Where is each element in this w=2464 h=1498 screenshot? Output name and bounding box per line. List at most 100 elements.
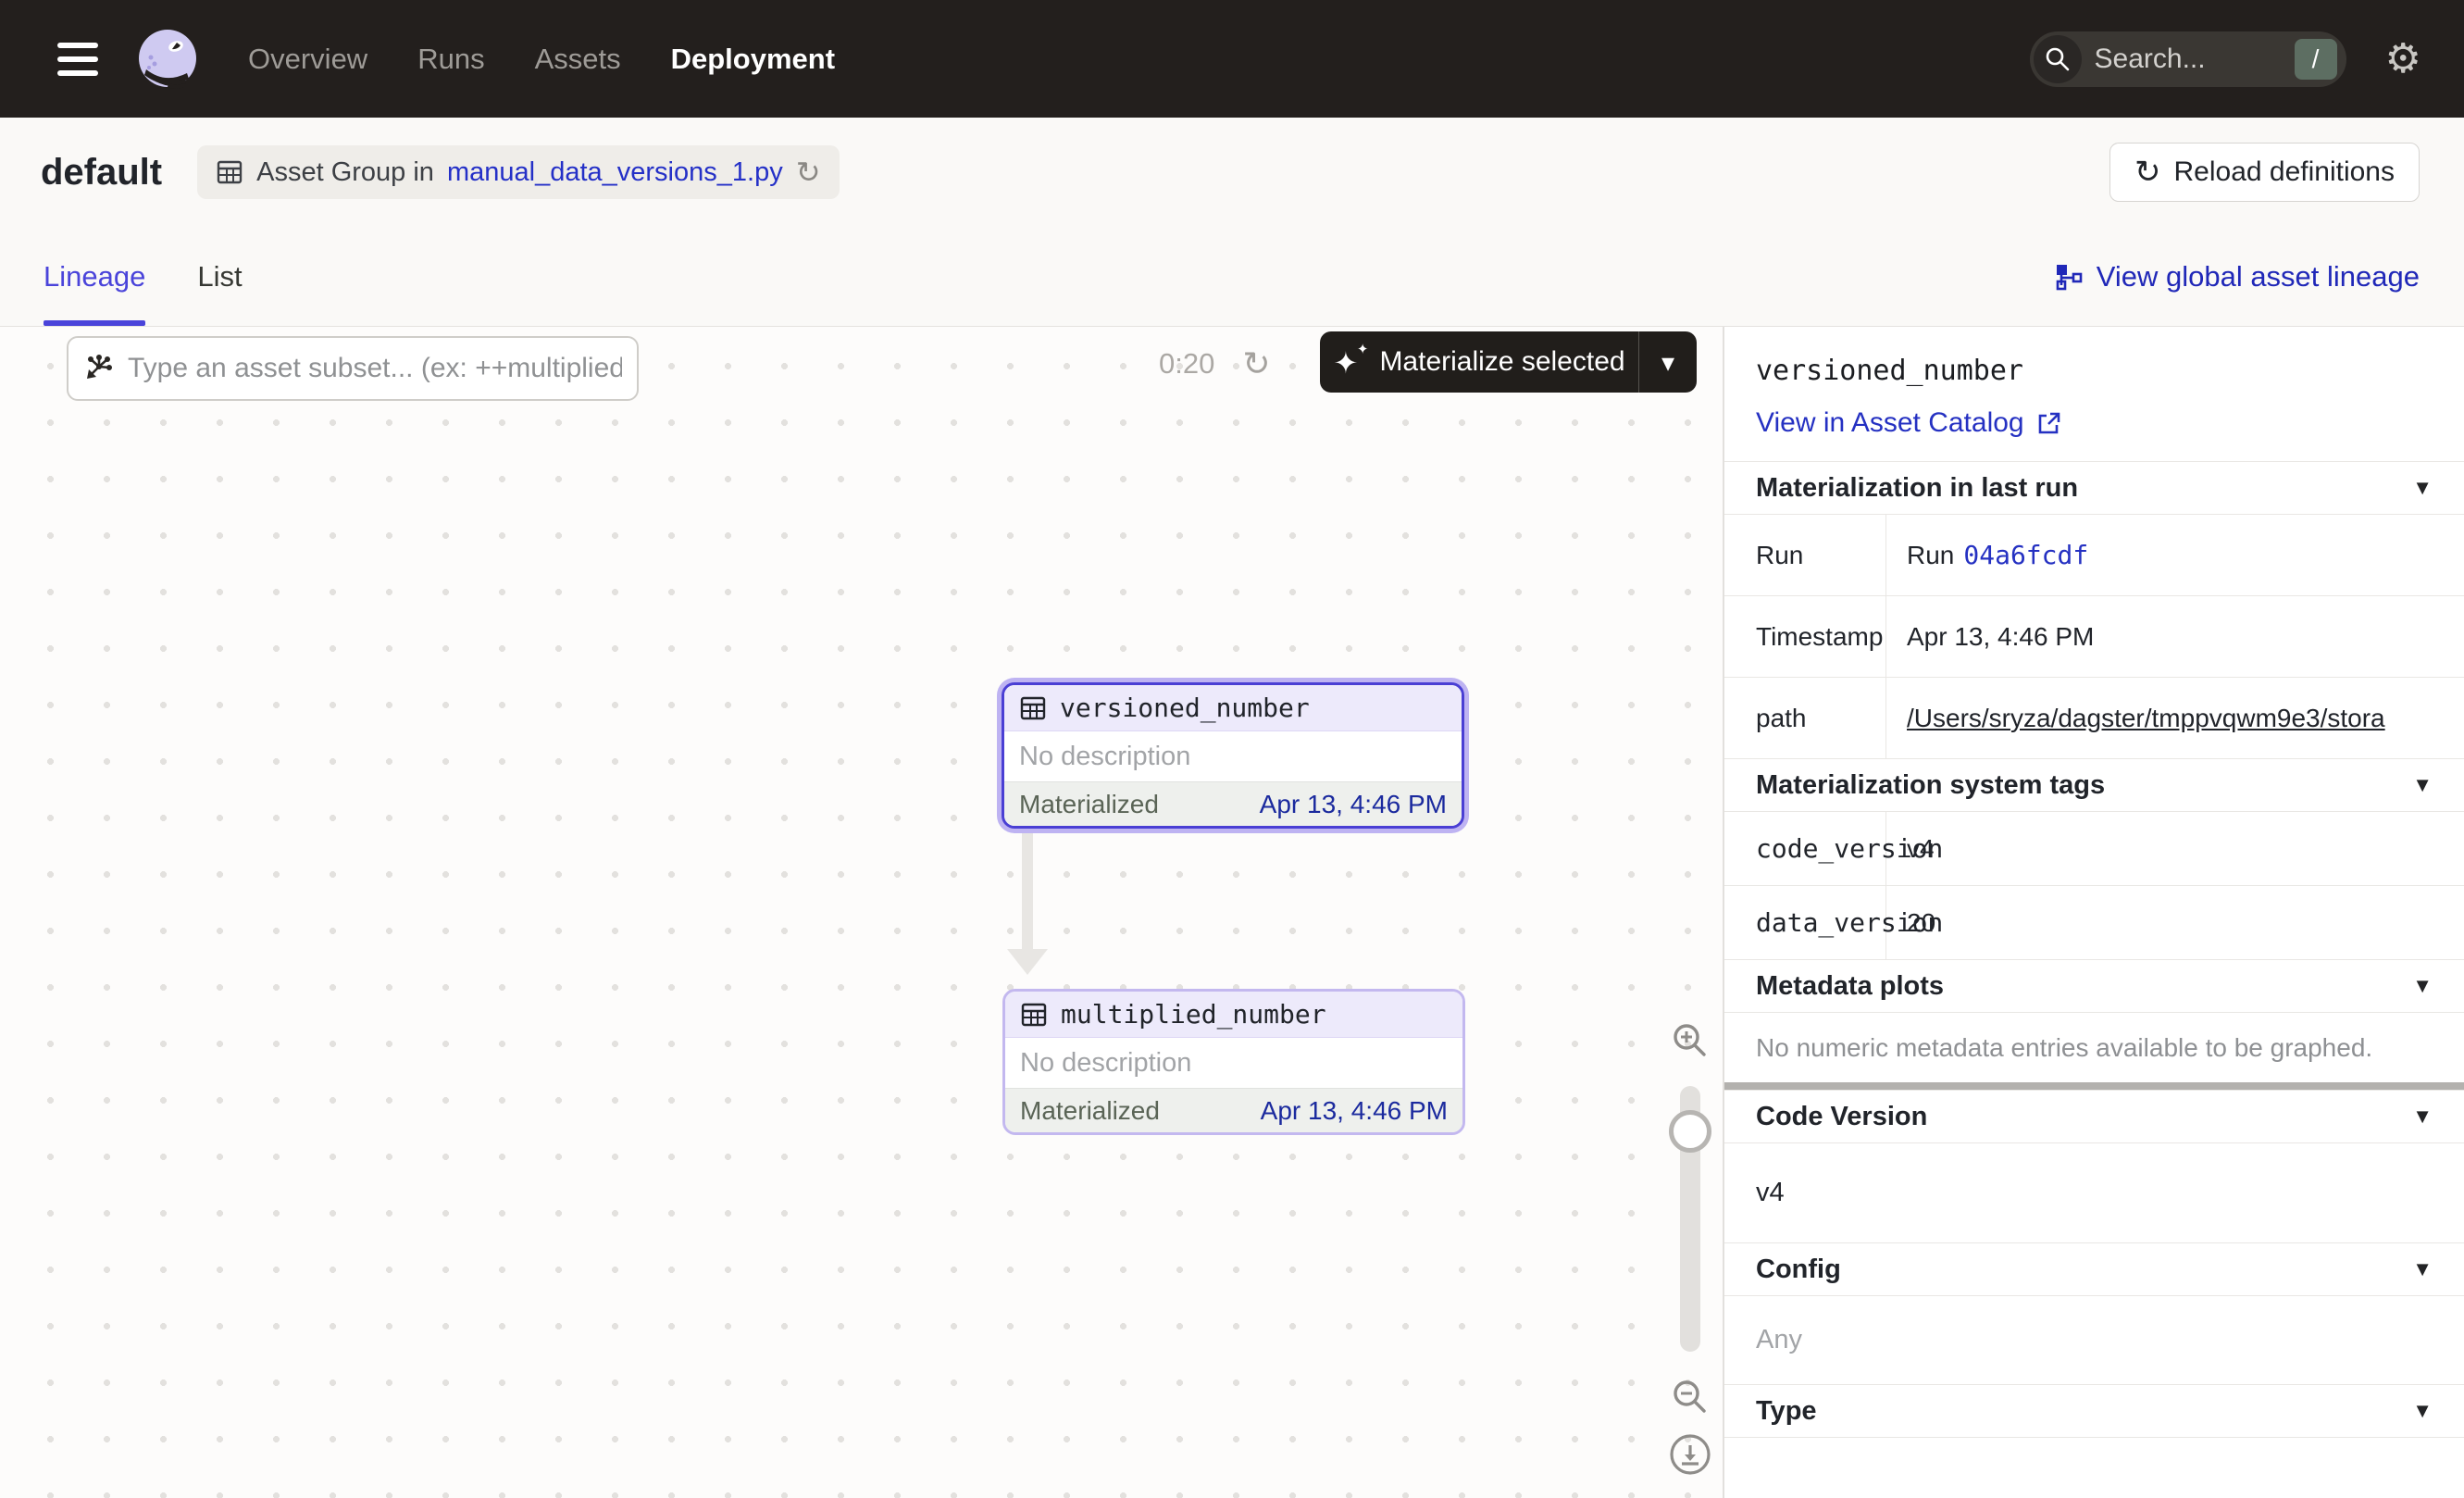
tab-lineage[interactable]: Lineage	[44, 227, 145, 326]
node-title: versioned_number	[1060, 693, 1310, 723]
section-materialization-in-last-run[interactable]: Materialization in last run ▼	[1724, 461, 2464, 514]
chevron-down-icon: ▼	[2412, 1105, 2433, 1129]
zoom-controls	[1662, 1019, 1718, 1478]
asset-details-panel: versioned_number View in Asset Catalog M…	[1724, 327, 2464, 1498]
top-nav: Overview Runs Assets Deployment / ⚙	[0, 0, 2464, 118]
nav-item-assets[interactable]: Assets	[535, 43, 621, 76]
table-row: code_version v4	[1724, 811, 2464, 885]
row-label: code_version	[1724, 812, 1886, 885]
tag-value: 20	[1886, 886, 2464, 959]
row-label: data_version	[1724, 886, 1886, 959]
asset-group-file-link[interactable]: manual_data_versions_1.py	[447, 157, 783, 188]
row-label: Run	[1724, 515, 1886, 595]
zoom-slider-track[interactable]	[1680, 1086, 1700, 1352]
node-description: No description	[1005, 1038, 1462, 1088]
metadata-plots-empty-message: No numeric metadata entries available to…	[1724, 1012, 2464, 1082]
code-version-value: v4	[1724, 1142, 2464, 1242]
section-title: Materialization in last run	[1756, 473, 2078, 504]
chevron-down-icon: ▼	[2412, 1399, 2433, 1423]
nav-item-deployment[interactable]: Deployment	[671, 43, 835, 76]
tag-value: v4	[1886, 812, 2464, 885]
row-label: Timestamp	[1724, 596, 1886, 677]
nav-items: Overview Runs Assets Deployment	[248, 43, 835, 76]
nav-item-runs[interactable]: Runs	[417, 43, 484, 76]
asset-selection-icon	[83, 353, 115, 384]
view-global-asset-lineage-link[interactable]: View global asset lineage	[2054, 260, 2420, 293]
gear-icon[interactable]: ⚙	[2385, 39, 2421, 80]
horizontal-scrollbar[interactable]	[1724, 1082, 2464, 1090]
node-status-label: Materialized	[1020, 1096, 1160, 1126]
section-title: Metadata plots	[1756, 971, 1944, 1002]
dagster-logo[interactable]	[135, 27, 200, 92]
asset-lineage-graph[interactable]: 0:20 ↻ ✦✦ Materialize selected ▾ version…	[0, 327, 1724, 1498]
edge-line	[1022, 830, 1033, 949]
zoom-out-icon[interactable]	[1669, 1376, 1711, 1418]
asset-group-pill: Asset Group in manual_data_versions_1.py…	[197, 145, 839, 199]
tab-list[interactable]: List	[197, 227, 242, 326]
nav-item-overview[interactable]: Overview	[248, 43, 367, 76]
node-description: No description	[1004, 731, 1462, 781]
refresh-timer: 0:20	[1159, 347, 1214, 381]
search-input[interactable]	[2082, 44, 2295, 75]
reload-icon: ↻	[2134, 156, 2161, 188]
section-title: Type	[1756, 1396, 1817, 1427]
section-code-version[interactable]: Code Version ▼	[1724, 1090, 2464, 1142]
lineage-graph-icon	[2054, 262, 2084, 292]
page-header: default Asset Group in manual_data_versi…	[0, 118, 2464, 227]
node-status-label: Materialized	[1019, 790, 1159, 819]
refresh-icon[interactable]: ↻	[1242, 347, 1270, 381]
global-search[interactable]: /	[2030, 31, 2346, 87]
section-type[interactable]: Type ▼	[1724, 1384, 2464, 1437]
reload-group-icon[interactable]: ↻	[796, 157, 821, 187]
asset-subset-filter[interactable]	[67, 336, 639, 401]
global-lineage-label: View global asset lineage	[2097, 260, 2420, 293]
chevron-down-icon: ▼	[2412, 974, 2433, 998]
config-value: Any	[1724, 1295, 2464, 1384]
materialize-dropdown-caret[interactable]: ▾	[1639, 331, 1697, 393]
table-row: Timestamp Apr 13, 4:46 PM	[1724, 595, 2464, 677]
view-in-asset-catalog-link[interactable]: View in Asset Catalog	[1756, 407, 2433, 439]
page-title: default	[41, 152, 162, 193]
zoom-in-icon[interactable]	[1669, 1019, 1711, 1062]
table-icon	[1020, 1001, 1048, 1029]
search-icon	[2034, 35, 2082, 83]
path-link[interactable]: /Users/sryza/dagster/tmppvqwm9e3/stora	[1907, 704, 2385, 733]
sparkle-icon: ✦✦	[1333, 344, 1366, 380]
asset-node-versioned-number[interactable]: versioned_number No description Material…	[1002, 682, 1464, 829]
table-icon	[216, 158, 243, 186]
asset-subset-input[interactable]	[128, 353, 622, 384]
section-config[interactable]: Config ▼	[1724, 1242, 2464, 1295]
table-icon	[1019, 694, 1047, 722]
node-status-timestamp[interactable]: Apr 13, 4:46 PM	[1261, 1096, 1448, 1126]
row-label: path	[1724, 678, 1886, 758]
tabs-row: Lineage List View global asset lineage	[0, 227, 2464, 327]
panel-asset-title: versioned_number	[1756, 355, 2433, 387]
materialize-label: Materialize selected	[1379, 346, 1624, 378]
external-link-icon	[2035, 410, 2061, 436]
run-value-prefix: Run	[1907, 541, 1954, 570]
search-shortcut-badge: /	[2295, 39, 2337, 80]
hamburger-icon[interactable]	[57, 43, 98, 76]
timestamp-value: Apr 13, 4:46 PM	[1886, 596, 2464, 677]
section-title: Config	[1756, 1255, 1841, 1285]
section-metadata-plots[interactable]: Metadata plots ▼	[1724, 959, 2464, 1012]
section-title: Materialization system tags	[1756, 770, 2105, 801]
fit-view-icon[interactable]	[1667, 1431, 1713, 1478]
table-row: data_version 20	[1724, 885, 2464, 959]
chevron-down-icon: ▼	[2412, 773, 2433, 797]
table-row: path /Users/sryza/dagster/tmppvqwm9e3/st…	[1724, 677, 2464, 758]
node-status-timestamp[interactable]: Apr 13, 4:46 PM	[1260, 790, 1447, 819]
asset-node-multiplied-number[interactable]: multiplied_number No description Materia…	[1002, 989, 1465, 1135]
section-materialization-system-tags[interactable]: Materialization system tags ▼	[1724, 758, 2464, 811]
chevron-down-icon: ▼	[2412, 476, 2433, 500]
type-content	[1724, 1437, 2464, 1492]
zoom-slider-handle[interactable]	[1669, 1110, 1711, 1153]
section-title: Code Version	[1756, 1102, 1927, 1132]
materialize-selected-button[interactable]: ✦✦ Materialize selected ▾	[1320, 331, 1697, 393]
catalog-link-label: View in Asset Catalog	[1756, 407, 2024, 439]
node-title: multiplied_number	[1061, 999, 1326, 1030]
run-id-link[interactable]: 04a6fcdf	[1963, 540, 2088, 570]
reload-definitions-button[interactable]: ↻ Reload definitions	[2109, 143, 2420, 202]
edge-arrowhead	[1007, 949, 1048, 975]
chevron-down-icon: ▼	[2412, 1257, 2433, 1281]
